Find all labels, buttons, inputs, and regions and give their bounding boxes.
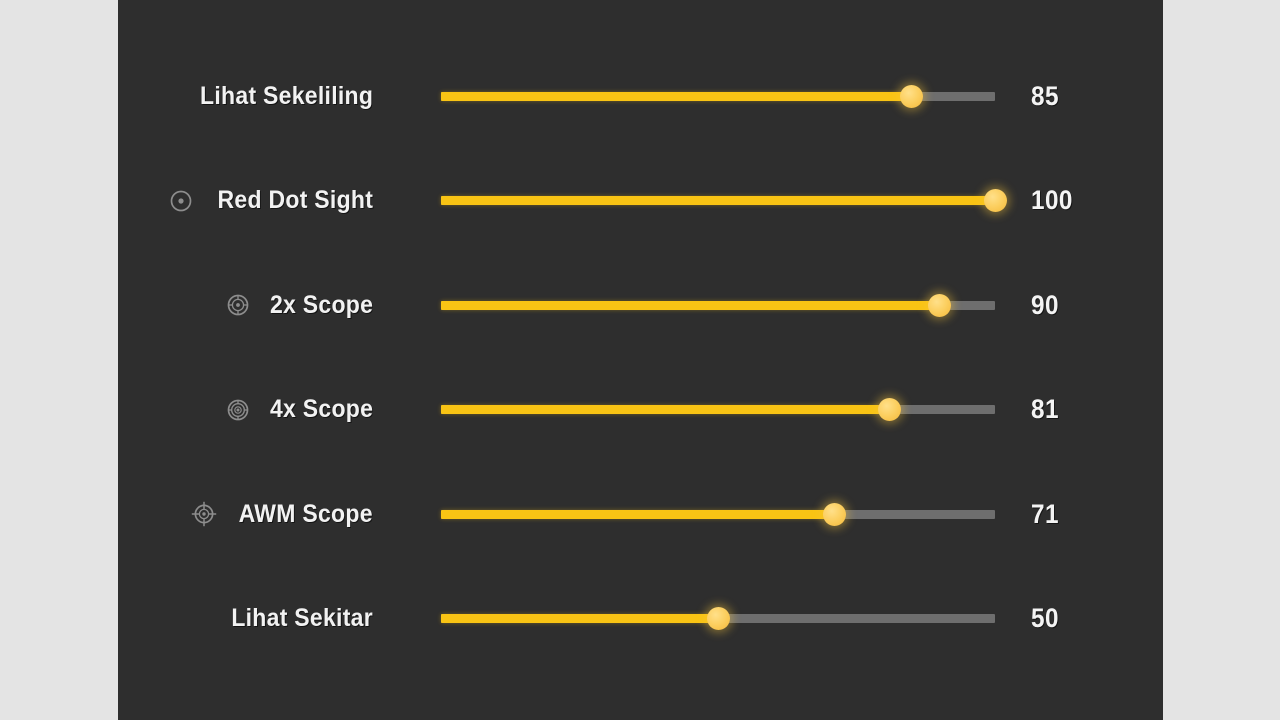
setting-label: AWM Scope	[238, 499, 373, 528]
sensitivity-slider[interactable]	[441, 490, 995, 538]
2x-scope-icon	[227, 294, 249, 316]
setting-label: Red Dot Sight	[217, 186, 373, 214]
slider-track[interactable]	[441, 502, 995, 526]
slider-track[interactable]	[441, 398, 995, 421]
slider-track-fill	[441, 300, 940, 310]
setting-value-cell: 100	[1031, 177, 1141, 225]
setting-label-cell: 4x Scope	[118, 386, 373, 434]
setting-label: 4x Scope	[269, 395, 373, 423]
setting-row: Red Dot Sight 100	[118, 177, 1163, 225]
slider-track-fill	[441, 614, 718, 623]
setting-label-cell: Lihat Sekitar	[118, 595, 373, 643]
setting-value-cell: 50	[1031, 595, 1141, 643]
4x-scope-icon	[227, 399, 249, 420]
setting-row: AWM Scope 71	[118, 490, 1163, 538]
slider-track[interactable]	[441, 607, 995, 630]
screen: Lihat Sekeliling 85 Red Dot Sight 100 2x Sco…	[0, 0, 1280, 720]
setting-row: 2x Scope 90	[118, 281, 1163, 329]
setting-row: Lihat Sekeliling 85	[118, 72, 1163, 120]
sensitivity-slider[interactable]	[441, 595, 995, 643]
setting-value: 90	[1031, 289, 1059, 320]
slider-thumb[interactable]	[928, 293, 952, 317]
setting-value-cell: 90	[1031, 281, 1141, 329]
setting-label-cell: AWM Scope	[118, 490, 373, 538]
setting-value: 100	[1031, 185, 1073, 215]
sensitivity-slider[interactable]	[441, 386, 995, 434]
slider-track-fill	[441, 91, 912, 101]
red-dot-sight-icon	[170, 190, 192, 211]
slider-track[interactable]	[441, 84, 995, 108]
setting-value: 71	[1031, 498, 1059, 529]
setting-label-cell: Red Dot Sight	[118, 177, 373, 225]
setting-row: Lihat Sekitar 50	[118, 595, 1163, 643]
awm-scope-icon	[192, 501, 217, 527]
sensitivity-slider[interactable]	[441, 177, 1007, 225]
sensitivity-settings-panel: Lihat Sekeliling 85 Red Dot Sight 100 2x Sco…	[118, 0, 1163, 720]
setting-row: 4x Scope 81	[118, 386, 1163, 434]
slider-track[interactable]	[441, 293, 995, 317]
setting-value: 85	[1031, 80, 1059, 111]
setting-label: 2x Scope	[269, 290, 373, 319]
slider-track[interactable]	[441, 189, 1007, 212]
slider-track-fill	[441, 405, 890, 414]
sensitivity-slider[interactable]	[441, 72, 995, 120]
slider-thumb[interactable]	[878, 398, 902, 421]
setting-label-cell: 2x Scope	[118, 281, 373, 329]
setting-value-cell: 71	[1031, 490, 1141, 538]
setting-value: 81	[1031, 394, 1059, 424]
slider-track-fill	[441, 509, 835, 519]
sensitivity-slider[interactable]	[441, 281, 995, 329]
slider-thumb[interactable]	[983, 189, 1007, 212]
slider-track-fill	[441, 196, 995, 205]
setting-value: 50	[1031, 603, 1059, 633]
slider-thumb[interactable]	[900, 84, 924, 108]
setting-label-cell: Lihat Sekeliling	[118, 72, 373, 120]
slider-thumb[interactable]	[706, 607, 730, 630]
setting-value-cell: 81	[1031, 386, 1141, 434]
setting-label: Lihat Sekitar	[231, 604, 373, 632]
setting-label: Lihat Sekeliling	[199, 81, 373, 110]
settings-list: Lihat Sekeliling 85 Red Dot Sight 100 2x Sco…	[118, 0, 1163, 720]
setting-value-cell: 85	[1031, 72, 1141, 120]
slider-thumb[interactable]	[822, 502, 846, 526]
